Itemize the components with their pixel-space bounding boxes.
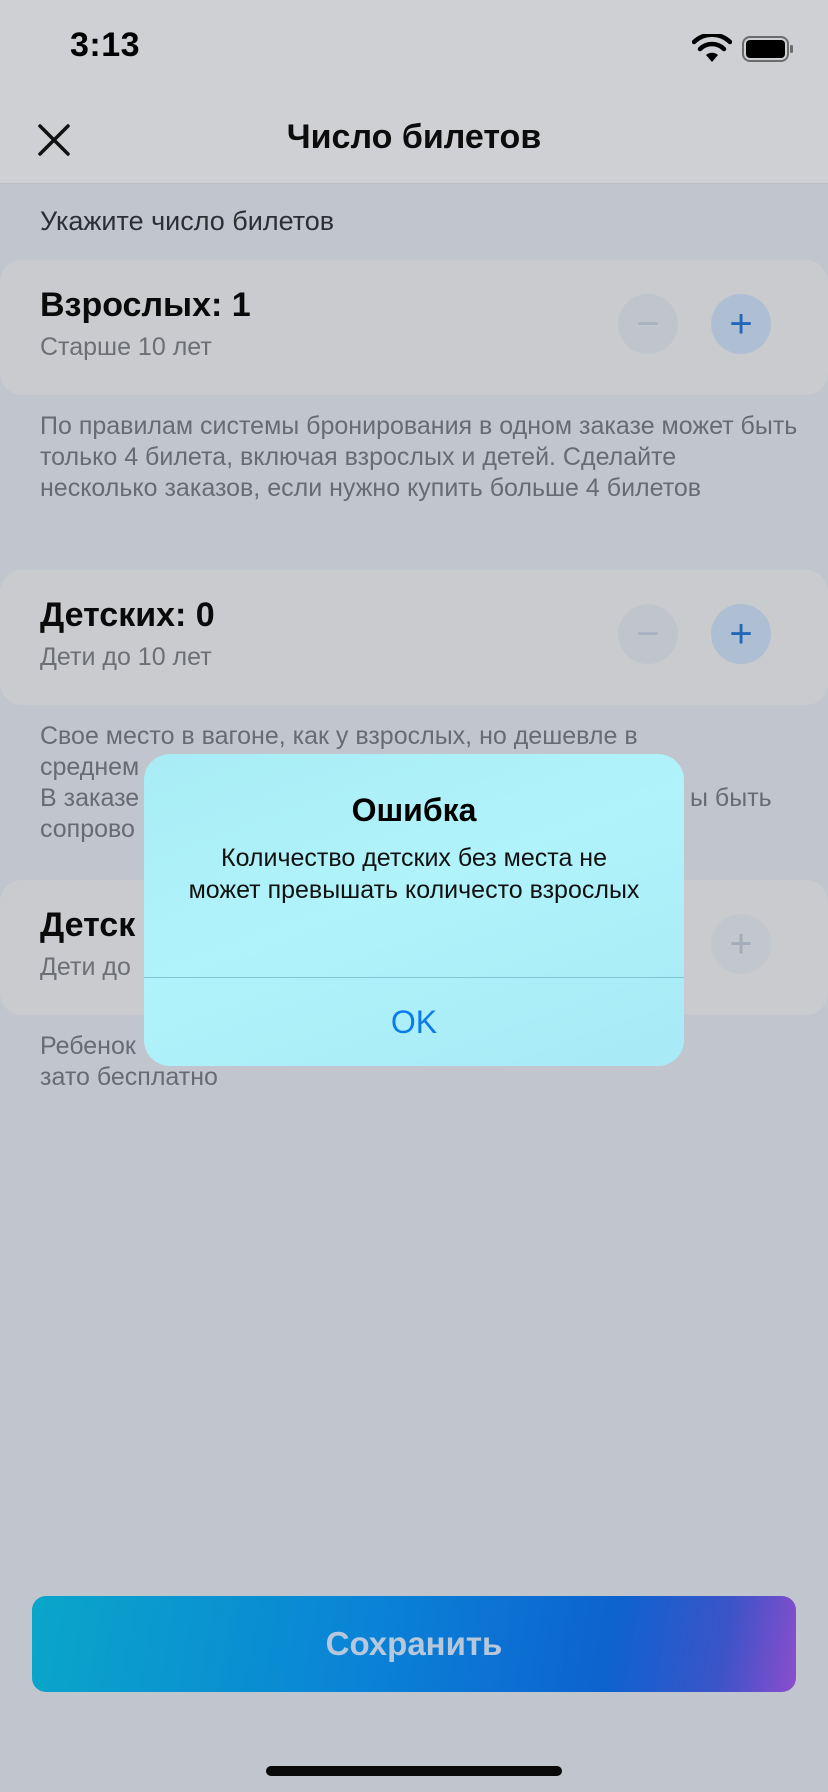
infants-note-line-2: зато бесплатно bbox=[40, 1063, 218, 1091]
children-subtitle: Дети до 10 лет bbox=[40, 643, 212, 671]
children-note-line-3-end: ы быть bbox=[690, 784, 772, 812]
section-hint: Укажите число билетов bbox=[40, 206, 335, 236]
alert-ok-button[interactable]: OK bbox=[144, 978, 684, 1066]
infants-title: Детск bbox=[40, 906, 136, 944]
adults-card bbox=[0, 260, 828, 395]
adults-note: По правилам системы бронирования в одном… bbox=[40, 412, 798, 502]
adults-subtitle: Старше 10 лет bbox=[40, 333, 212, 361]
page-title: Число билетов bbox=[286, 118, 542, 156]
minus-icon: − bbox=[636, 612, 660, 656]
infants-subtitle: Дети до bbox=[40, 953, 131, 981]
adults-minus-button[interactable]: − bbox=[618, 294, 678, 354]
save-button[interactable]: Сохранить bbox=[32, 1596, 796, 1692]
header-divider bbox=[0, 183, 828, 184]
children-card bbox=[0, 570, 828, 705]
plus-icon: + bbox=[729, 302, 753, 346]
battery-icon bbox=[742, 36, 793, 62]
minus-icon: − bbox=[636, 302, 660, 346]
adults-plus-button[interactable]: + bbox=[711, 294, 771, 354]
status-time: 3:13 bbox=[70, 26, 141, 64]
plus-icon: + bbox=[729, 922, 753, 966]
children-plus-button[interactable]: + bbox=[711, 604, 771, 664]
plus-icon: + bbox=[729, 612, 753, 656]
wifi-icon bbox=[692, 34, 732, 62]
infants-plus-button[interactable]: + bbox=[711, 914, 771, 974]
children-title: Детских: 0 bbox=[40, 596, 215, 634]
error-alert: Ошибка Количество детских без места не м… bbox=[144, 754, 684, 1066]
children-note-line-1: Свое место в вагоне, как у взрослых, но … bbox=[40, 722, 638, 750]
adults-title: Взрослых: 1 bbox=[40, 286, 251, 324]
children-minus-button[interactable]: − bbox=[618, 604, 678, 664]
home-indicator bbox=[266, 1766, 562, 1776]
alert-title: Ошибка bbox=[351, 792, 477, 828]
alert-message: Количество детских без места не может пр… bbox=[188, 844, 640, 904]
